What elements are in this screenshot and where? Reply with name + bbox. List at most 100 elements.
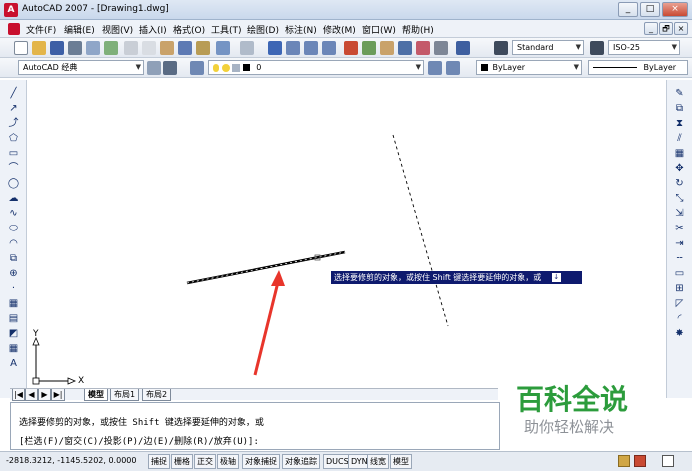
make-block-icon[interactable]: ⊕ (7, 268, 20, 280)
layer-properties-icon[interactable] (190, 61, 204, 75)
menu-format[interactable]: 格式(O) (173, 23, 205, 36)
close-button[interactable]: × (662, 2, 688, 17)
break-at-point-icon[interactable]: ╌ (673, 253, 686, 265)
tab-layout2[interactable]: 布局2 (142, 389, 172, 401)
drawing-canvas[interactable]: Y X (27, 80, 666, 388)
mirror-icon[interactable]: ⧗ (673, 118, 686, 130)
make-current-layer-icon[interactable] (428, 61, 442, 75)
menu-file[interactable]: 文件(F) (26, 23, 56, 36)
tab-model[interactable]: 模型 (84, 389, 108, 401)
polar-toggle[interactable]: 极轴 (217, 454, 239, 469)
block-editor-icon[interactable] (196, 41, 210, 55)
region-icon[interactable]: ◩ (7, 328, 20, 340)
move-icon[interactable]: ✥ (673, 163, 686, 175)
join-icon[interactable]: ⊞ (673, 283, 686, 295)
plot-preview-icon[interactable] (86, 41, 100, 55)
menu-dimension[interactable]: 标注(N) (285, 23, 317, 36)
arc-icon[interactable]: ⌒ (7, 163, 20, 175)
design-center-icon[interactable] (362, 41, 376, 55)
save-icon[interactable] (50, 41, 64, 55)
linetype-select[interactable]: ByLayer (588, 60, 688, 75)
layer-previous-icon[interactable] (446, 61, 460, 75)
line-icon[interactable]: ╱ (7, 88, 20, 100)
command-window[interactable]: 选择要修剪的对象，或按住 Shift 键选择要延伸的对象，或 [栏选(F)/窗交… (10, 402, 500, 450)
pan-icon[interactable] (268, 41, 282, 55)
circle-icon[interactable]: ◯ (7, 178, 20, 190)
new-icon[interactable] (14, 41, 28, 55)
markup-icon[interactable] (416, 41, 430, 55)
text-style-select[interactable]: Standard ▼ (512, 40, 584, 55)
spline-icon[interactable]: ∿ (7, 208, 20, 220)
grid-toggle[interactable]: 栅格 (171, 454, 193, 469)
menu-view[interactable]: 视图(V) (102, 23, 133, 36)
doc-restore-button[interactable]: 🗗 (659, 22, 673, 35)
maximize-button[interactable]: □ (640, 2, 660, 17)
match-properties-icon[interactable] (178, 41, 192, 55)
arrow-down-icon[interactable]: ↓ (551, 273, 561, 282)
zoom-realtime-icon[interactable] (286, 41, 300, 55)
tab-layout1[interactable]: 布局1 (110, 389, 140, 401)
layer-select[interactable]: 0 ▼ (208, 60, 424, 75)
model-toggle[interactable]: 模型 (390, 454, 412, 469)
menu-insert[interactable]: 插入(I) (139, 23, 167, 36)
next-tab-button[interactable]: ▶ (38, 389, 51, 401)
open-icon[interactable] (32, 41, 46, 55)
menu-draw[interactable]: 绘图(D) (247, 23, 279, 36)
hatch-icon[interactable]: ▦ (7, 298, 20, 310)
chamfer-icon[interactable]: ◸ (673, 298, 686, 310)
erase-icon[interactable]: ✎ (673, 88, 686, 100)
dim-style-select[interactable]: ISO-25 ▼ (608, 40, 680, 55)
copy-object-icon[interactable]: ⧉ (673, 103, 686, 115)
rectangle-icon[interactable]: ▭ (7, 148, 20, 160)
osnap-toggle[interactable]: 对象捕捉 (242, 454, 280, 469)
help-icon[interactable] (456, 41, 470, 55)
menu-tools[interactable]: 工具(T) (211, 23, 242, 36)
zoom-window-icon[interactable] (304, 41, 318, 55)
scale-icon[interactable]: ⤡ (673, 193, 686, 205)
point-icon[interactable]: · (7, 283, 20, 295)
workspace-save-icon[interactable] (163, 61, 177, 75)
construction-line-icon[interactable]: ↗ (7, 103, 20, 115)
clean-screen-icon[interactable] (662, 455, 674, 467)
copy-icon[interactable] (142, 41, 156, 55)
prev-tab-button[interactable]: ◀ (25, 389, 38, 401)
multiline-text-icon[interactable]: A (7, 358, 20, 370)
ellipse-arc-icon[interactable]: ◠ (7, 238, 20, 250)
publish-icon[interactable] (104, 41, 118, 55)
polygon-icon[interactable]: ⬠ (7, 133, 20, 145)
communication-center-icon[interactable] (634, 455, 646, 467)
rotate-icon[interactable]: ↻ (673, 178, 686, 190)
array-icon[interactable]: ▦ (673, 148, 686, 160)
ortho-toggle[interactable]: 正交 (194, 454, 216, 469)
otrack-toggle[interactable]: 对象追踪 (282, 454, 320, 469)
ellipse-icon[interactable]: ⬭ (7, 223, 20, 235)
first-tab-button[interactable]: |◀ (12, 389, 25, 401)
command-prompt-line[interactable]: [栏选(F)/窗交(C)/投影(P)/边(E)/删除(R)/放弃(U)]: (19, 434, 259, 447)
stretch-icon[interactable]: ⇲ (673, 208, 686, 220)
zoom-previous-icon[interactable] (322, 41, 336, 55)
menu-help[interactable]: 帮助(H) (402, 23, 434, 36)
lineweight-toggle[interactable]: 线宽 (367, 454, 389, 469)
doc-minimize-button[interactable]: _ (644, 22, 658, 35)
redo-icon[interactable] (240, 41, 254, 55)
calculator-icon[interactable] (434, 41, 448, 55)
trim-icon[interactable]: ✂ (673, 223, 686, 235)
extend-icon[interactable]: ⇥ (673, 238, 686, 250)
gradient-icon[interactable]: ▤ (7, 313, 20, 325)
properties-icon[interactable] (344, 41, 358, 55)
table-icon[interactable]: ▦ (7, 343, 20, 355)
paste-icon[interactable] (160, 41, 174, 55)
insert-block-icon[interactable]: ⧉ (7, 253, 20, 265)
sheet-set-icon[interactable] (398, 41, 412, 55)
fillet-icon[interactable]: ◜ (673, 313, 686, 325)
break-icon[interactable]: ▭ (673, 268, 686, 280)
menu-window[interactable]: 窗口(W) (362, 23, 396, 36)
minimize-button[interactable]: _ (618, 2, 638, 17)
workspace-settings-icon[interactable] (147, 61, 161, 75)
workspace-select[interactable]: AutoCAD 经典 ▼ (18, 60, 144, 75)
explode-icon[interactable]: ✸ (673, 328, 686, 340)
color-select[interactable]: ByLayer ▼ (476, 60, 582, 75)
snap-toggle[interactable]: 捕捉 (148, 454, 170, 469)
tool-palettes-icon[interactable] (380, 41, 394, 55)
doc-close-button[interactable]: × (674, 22, 688, 35)
